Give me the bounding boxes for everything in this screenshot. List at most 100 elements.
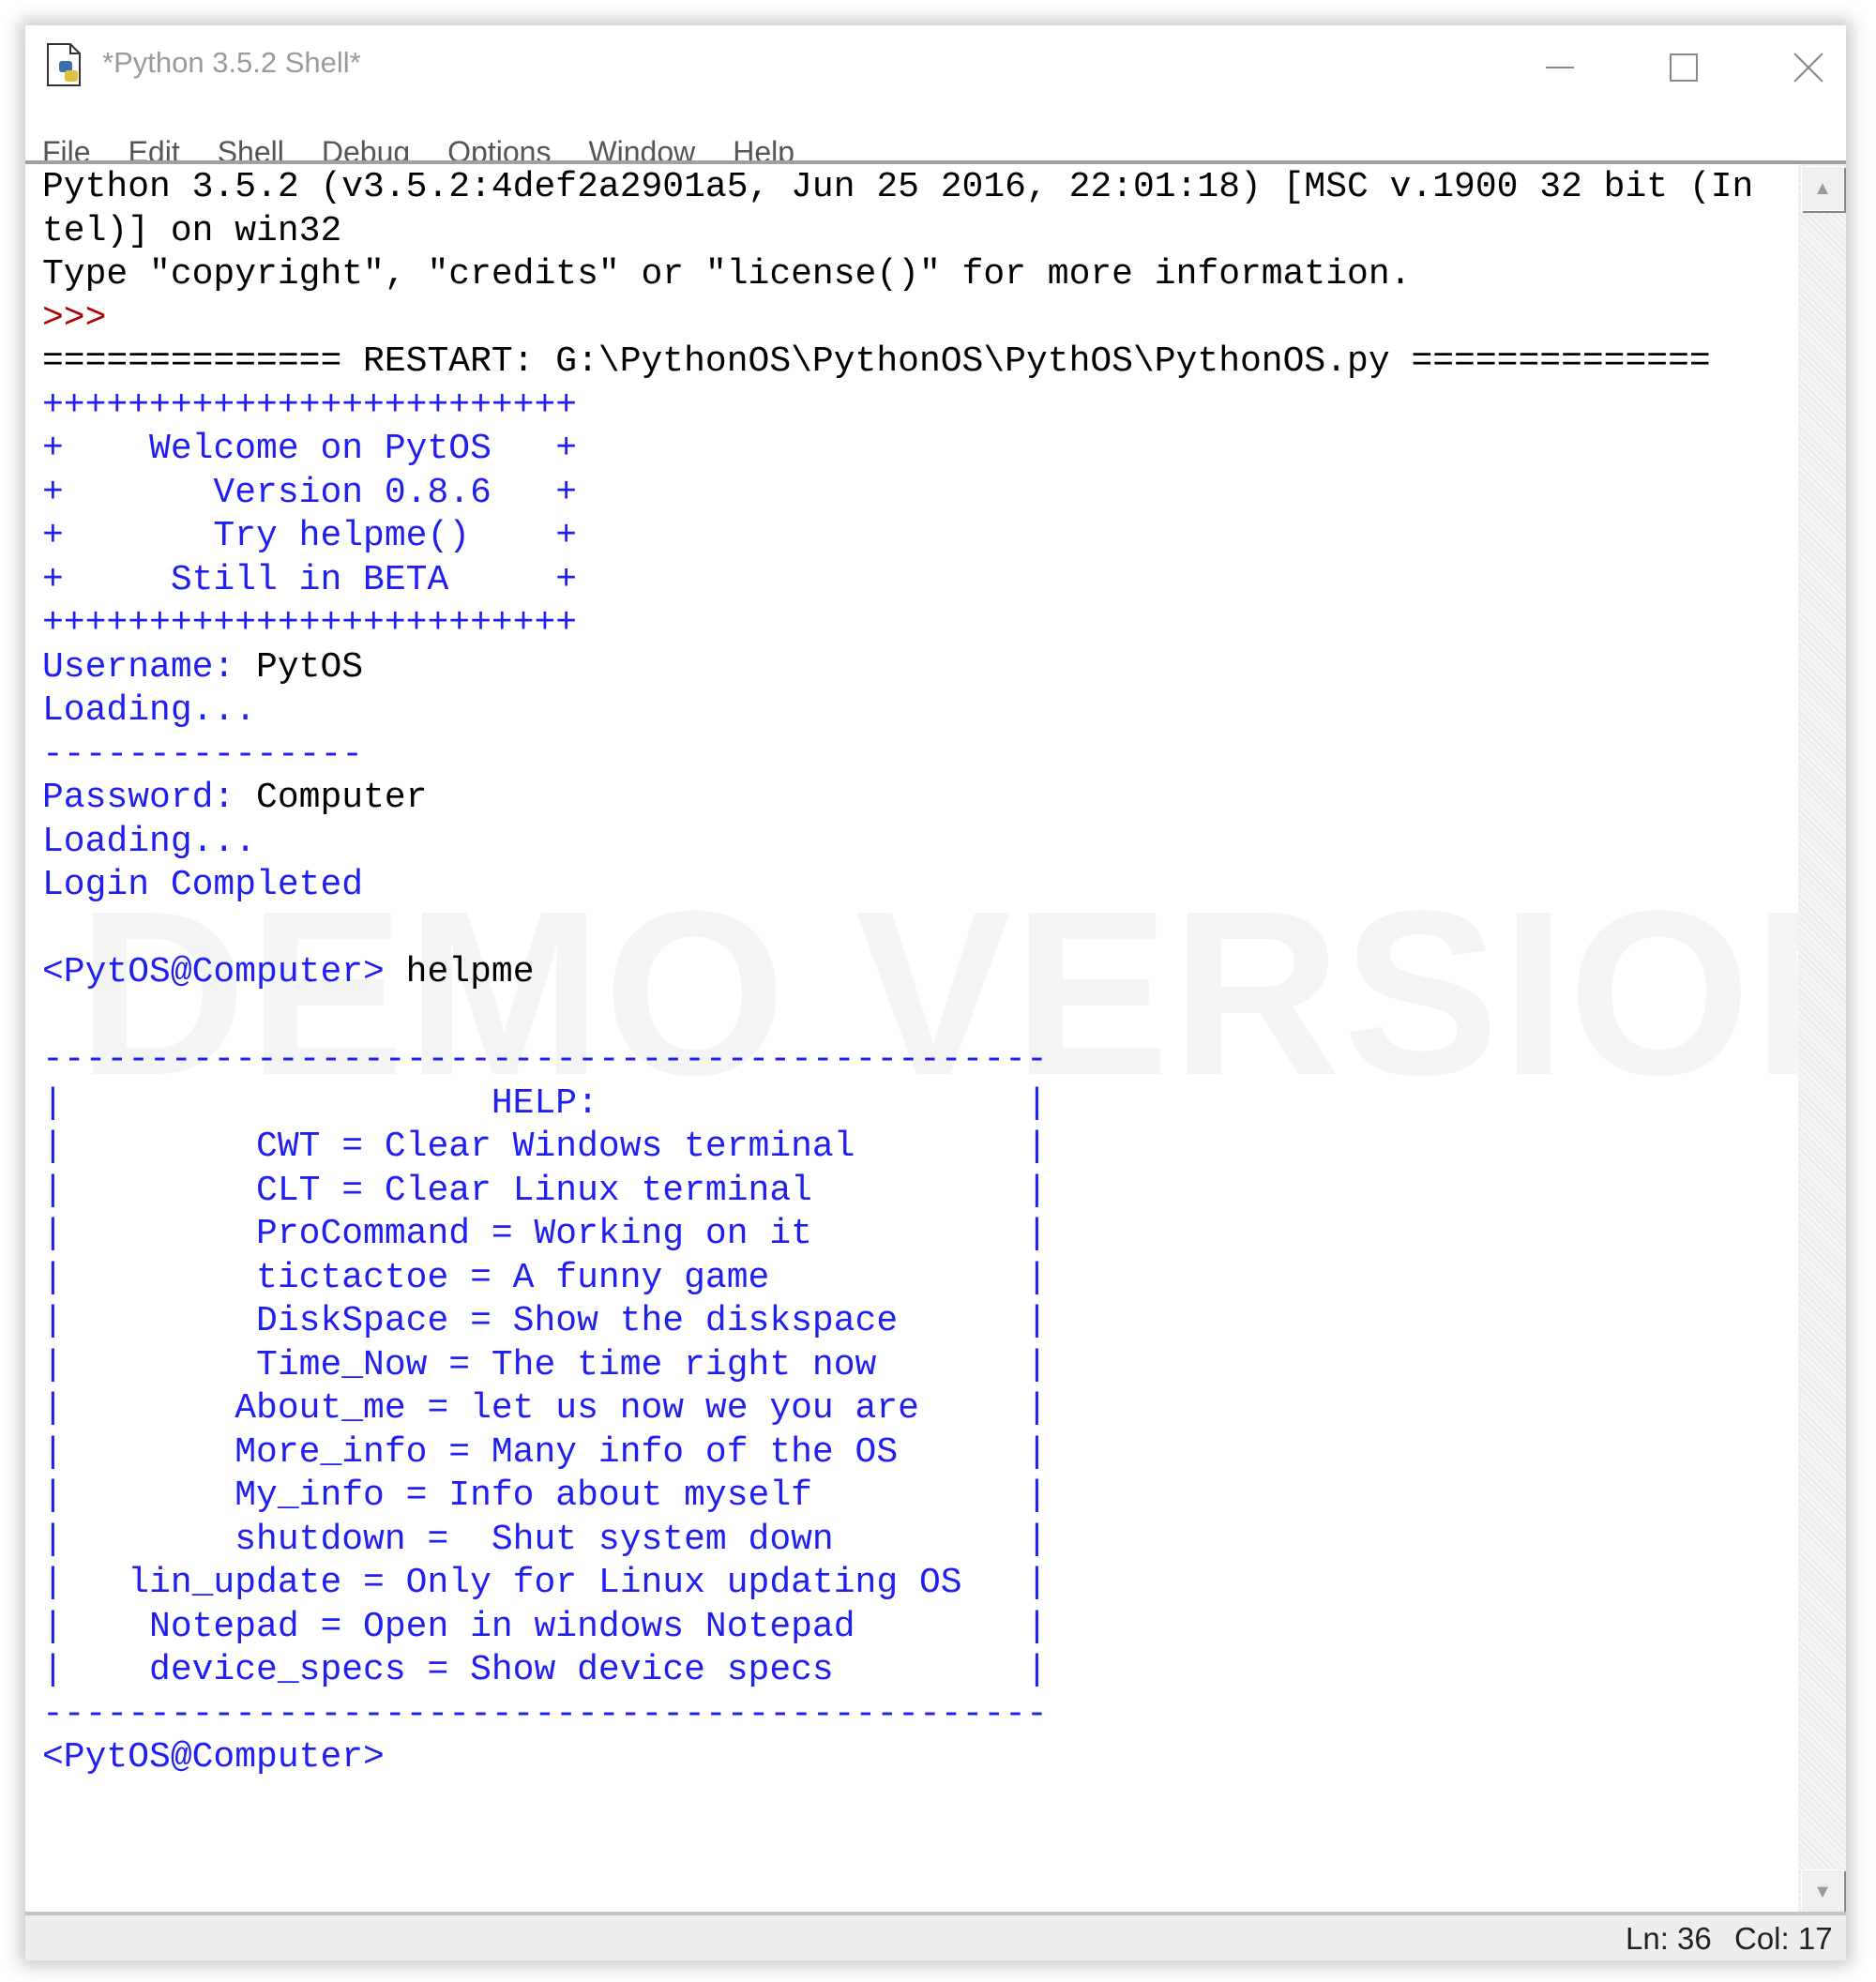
output-text: | HELP: <box>42 1082 598 1124</box>
console-line: ============== RESTART: G:\PythonOS\Pyth… <box>42 340 1753 385</box>
console-line: | device_specs = Show device specs | <box>42 1649 1753 1693</box>
shell-text-area[interactable]: DEMO VERSION Python 3.5.2 (v3.5.2:4def2a… <box>25 160 1798 1918</box>
output-text: | ProCommand = Working on it <box>42 1214 812 1254</box>
output-text: --------------- <box>42 734 364 775</box>
output-text: + Try helpme() + <box>42 516 578 556</box>
console-line: | More_info = Many info of the OS | <box>42 1431 1753 1475</box>
console-line: Loading... <box>42 689 1753 734</box>
output-text: Python 3.5.2 (v3.5.2:4def2a2901a5, Jun 2… <box>42 167 1754 207</box>
console-line: <PytOS@Computer> helpme <box>42 951 1753 995</box>
output-text: | device_specs = Show device specs <box>42 1650 834 1690</box>
minimize-icon <box>1546 67 1574 68</box>
help-box-right-border: | <box>1025 1257 1048 1298</box>
console-line: | ProCommand = Working on it | <box>42 1213 1753 1257</box>
help-box-right-border: | <box>1025 1170 1048 1211</box>
help-box-right-border: | <box>1025 1606 1048 1647</box>
scroll-up-arrow-icon: ▲ <box>1813 177 1832 199</box>
console-line: + Still in BETA + <box>42 559 1753 603</box>
console-line: | DiskSpace = Show the diskspace | <box>42 1300 1753 1344</box>
console-line: Password: Computer <box>42 777 1753 821</box>
output-text: | About_me = let us now we you are <box>42 1388 919 1429</box>
console-line: | shutdown = Shut system down | <box>42 1519 1753 1563</box>
window-title: *Python 3.5.2 Shell* <box>102 46 361 79</box>
output-text: | More_info = Many info of the OS <box>42 1431 899 1473</box>
output-text: | shutdown = Shut system down <box>42 1519 834 1560</box>
console-line: + Version 0.8.6 + <box>42 472 1753 516</box>
close-icon <box>1793 53 1823 83</box>
help-box-right-border: | <box>1025 1519 1048 1560</box>
output-text: Type "copyright", "credits" or "license(… <box>42 254 1412 295</box>
output-text: + Still in BETA + <box>42 559 578 600</box>
output-text: ============== RESTART: G:\PythonOS\Pyth… <box>42 341 1711 382</box>
help-box-right-border: | <box>1025 1475 1048 1516</box>
console-line: --------------- <box>42 734 1753 778</box>
output-text: ----------------------------------------… <box>42 1039 1048 1080</box>
console-line: | HELP: | <box>42 1082 1753 1127</box>
console-line: | CLT = Clear Linux terminal | <box>42 1170 1753 1214</box>
console-line: <PytOS@Computer> <box>42 1736 1753 1780</box>
help-box-right-border: | <box>1025 1650 1048 1690</box>
console-line: | CWT = Clear Windows terminal | <box>42 1126 1753 1170</box>
help-box-right-border: | <box>1025 1082 1048 1124</box>
title-bar[interactable]: *Python 3.5.2 Shell* <box>25 25 1846 119</box>
scroll-down-arrow-icon: ▼ <box>1813 1881 1832 1902</box>
output-text: | My_info = Info about myself <box>42 1475 812 1516</box>
console-line: ----------------------------------------… <box>42 1038 1753 1082</box>
status-bar: Ln: 36 Col: 17 <box>25 1912 1846 1960</box>
output-text: Login Completed <box>42 865 364 905</box>
output-text: | Time_Now = The time right now <box>42 1344 877 1385</box>
console-line: >>> <box>42 297 1753 341</box>
maximize-button[interactable] <box>1641 35 1727 100</box>
user-input-text: Computer <box>256 778 428 818</box>
output-text: ----------------------------------------… <box>42 1693 1048 1734</box>
console-line: | lin_update = Only for Linux updating O… <box>42 1562 1753 1606</box>
help-box-right-border: | <box>1025 1388 1048 1429</box>
console-line: | About_me = let us now we you are | <box>42 1387 1753 1431</box>
shell-prompt: >>> <box>42 297 129 339</box>
output-text: | DiskSpace = Show the diskspace <box>42 1301 899 1341</box>
close-button[interactable] <box>1765 35 1852 100</box>
help-box-right-border: | <box>1025 1127 1048 1167</box>
console-line: | Time_Now = The time right now | <box>42 1344 1753 1388</box>
help-box-right-border: | <box>1025 1563 1048 1603</box>
console-line: tel)] on win32 <box>42 210 1753 254</box>
minimize-button[interactable] <box>1517 35 1603 100</box>
line-number-status: Ln: 36 <box>1626 1921 1712 1956</box>
user-input-text: PytOS <box>256 646 364 688</box>
console-line: ----------------------------------------… <box>42 1693 1753 1737</box>
console-line: Type "copyright", "credits" or "license(… <box>42 253 1753 297</box>
vertical-scrollbar[interactable]: ▲ ▼ <box>1798 160 1846 1918</box>
help-box-right-border: | <box>1025 1214 1048 1254</box>
output-text: | CLT = Clear Linux terminal <box>42 1170 812 1211</box>
maximize-icon <box>1670 53 1698 82</box>
column-number-status: Col: 17 <box>1734 1921 1833 1956</box>
console-line: Username: PytOS <box>42 646 1753 690</box>
user-input-text: helpme <box>405 952 535 992</box>
console-line: Login Completed <box>42 864 1753 908</box>
help-box-right-border: | <box>1025 1431 1048 1473</box>
output-text: <PytOS@Computer> <box>42 952 406 992</box>
console-line: Python 3.5.2 (v3.5.2:4def2a2901a5, Jun 2… <box>42 166 1753 210</box>
help-box-right-border: | <box>1025 1301 1048 1341</box>
console-line: Loading... <box>42 821 1753 865</box>
output-text: +++++++++++++++++++++++++ <box>42 603 578 643</box>
output-text: Password: <box>42 778 257 818</box>
output-text: Loading... <box>42 690 257 731</box>
output-text: | CWT = Clear Windows terminal <box>42 1127 855 1167</box>
console-line: +++++++++++++++++++++++++ <box>42 385 1753 429</box>
output-text: + Version 0.8.6 + <box>42 472 578 513</box>
console-output[interactable]: Python 3.5.2 (v3.5.2:4def2a2901a5, Jun 2… <box>42 166 1753 1780</box>
scroll-up-button[interactable]: ▲ <box>1801 166 1844 211</box>
output-text: +++++++++++++++++++++++++ <box>42 385 578 426</box>
output-text: | Notepad = Open in windows Notepad <box>42 1606 855 1647</box>
output-text: Loading... <box>42 821 257 862</box>
output-text: Username: <box>42 646 257 688</box>
scroll-down-button[interactable]: ▼ <box>1801 1869 1844 1914</box>
output-text: <PytOS@Computer> <box>42 1737 385 1778</box>
idle-shell-window: *Python 3.5.2 Shell* File Edit Shell Deb… <box>25 25 1846 1960</box>
console-line: + Welcome on PytOS + <box>42 428 1753 472</box>
python-idle-icon <box>47 43 81 86</box>
console-line: + Try helpme() + <box>42 515 1753 559</box>
